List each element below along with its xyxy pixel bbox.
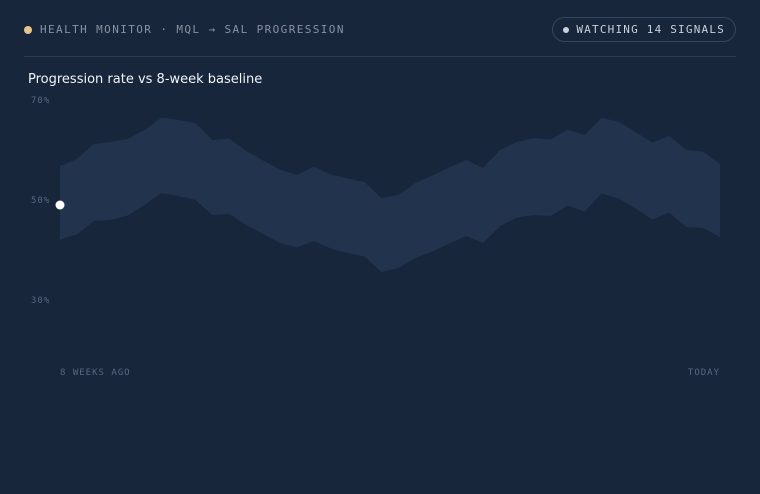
x-start-label: 8 WEEKS AGO <box>60 368 131 378</box>
y-tick-label: 70% <box>31 96 50 106</box>
current-value-layer <box>55 200 65 210</box>
baseline-band-layer <box>60 117 720 272</box>
x-axis-labels: 8 WEEKS AGO TODAY <box>60 368 720 378</box>
progression-chart: 70% 50% 30% 8 WEEKS AGO TODAY <box>31 96 720 378</box>
x-end-label: TODAY <box>688 368 720 378</box>
baseline-band <box>60 117 720 272</box>
y-axis-ticks: 70% 50% 30% <box>31 96 50 306</box>
current-value-marker[interactable] <box>55 200 65 210</box>
y-tick-label: 30% <box>31 296 50 306</box>
y-tick-label: 50% <box>31 196 50 206</box>
